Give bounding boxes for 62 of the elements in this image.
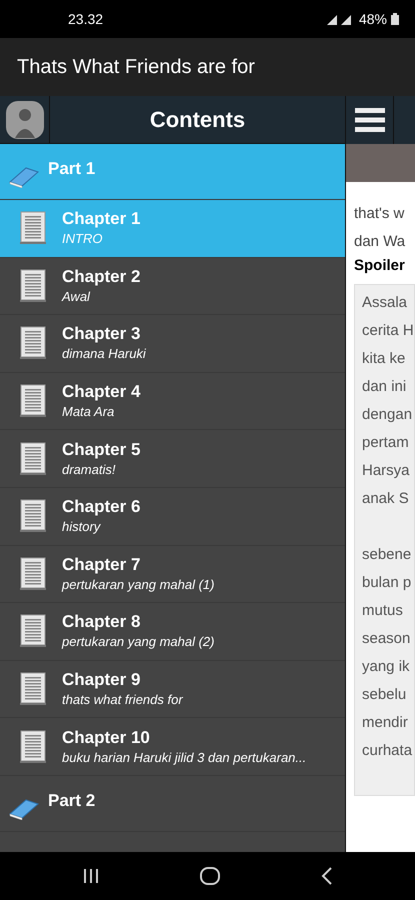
spoiler-text: curhata <box>362 741 414 761</box>
page-icon <box>20 268 46 303</box>
chapter-subtitle: pertukaran yang mahal (2) <box>62 633 214 652</box>
chapter-subtitle: INTRO <box>62 230 104 248</box>
drawer-title: Contents <box>148 106 246 134</box>
spoiler-text: yang ik <box>362 657 411 677</box>
spoiler-text: dan ini <box>362 377 408 397</box>
page-icon <box>20 614 46 648</box>
chapter-title: Chapter 8 <box>62 611 142 634</box>
chapter-subtitle: pertukaran yang mahal (1) <box>62 576 214 594</box>
page-icon <box>20 730 46 764</box>
chapter-item[interactable]: Chapter 2 Awal <box>0 258 345 316</box>
spoiler-text: anak S <box>362 489 410 509</box>
page-icon <box>20 672 46 706</box>
chapter-subtitle: history <box>62 518 102 536</box>
chapter-title: Chapter 3 <box>62 323 142 346</box>
spoiler-text: Harsya <box>362 461 411 481</box>
spoiler-text: Assala <box>362 293 408 313</box>
spoiler-text: sebelu <box>362 685 408 705</box>
chapter-title: Chapter 2 <box>62 266 140 288</box>
spoiler-text: dengan <box>362 405 414 425</box>
page-icon <box>20 442 46 476</box>
spoiler-text: bulan p <box>362 573 412 593</box>
avatar <box>4 100 44 140</box>
content-heading: Spoiler <box>354 256 406 276</box>
status-time: 23.32 <box>68 10 104 28</box>
spoiler-text: cerita H <box>362 321 414 341</box>
spoiler-text: mutus <box>362 601 404 621</box>
chapter-title: Chapter 1 <box>62 208 140 230</box>
chapter-subtitle: Awal <box>62 288 92 306</box>
page-icon <box>20 499 46 534</box>
page-icon <box>20 556 46 591</box>
chapter-title: Chapter 6 <box>62 496 140 518</box>
chapter-title: Chapter 10 <box>62 726 151 749</box>
content-text: that's w <box>354 204 406 224</box>
menu-icon <box>354 107 384 133</box>
chapter-subtitle: Mata Ara <box>62 403 116 422</box>
battery-level: 48% <box>358 10 387 28</box>
content-banner <box>346 144 415 182</box>
chapter-item[interactable]: Chapter 7 pertukaran yang mahal (1) <box>0 546 345 604</box>
spoiler-text: pertam <box>362 433 410 453</box>
chapter-title: Chapter 4 <box>62 381 140 404</box>
chapter-title: Chapter 5 <box>62 438 140 461</box>
back-icon[interactable] <box>320 867 332 885</box>
page-icon <box>20 326 46 360</box>
chapter-title: Chapter 9 <box>62 669 142 692</box>
app-title: Thats What Friends are for <box>17 55 255 80</box>
chapter-subtitle: dimana Haruki <box>62 345 146 364</box>
spoiler-text: sebene <box>362 545 412 565</box>
chapter-subtitle: buku harian Haruki jilid 3 dan pertukaran... <box>62 748 306 767</box>
page-icon <box>20 384 46 418</box>
content-text: dan Wa <box>354 232 406 252</box>
spoiler-text: mendir <box>362 713 409 733</box>
home-icon[interactable] <box>200 867 220 885</box>
chapter-subtitle: thats what friends for <box>62 691 183 710</box>
spoiler-text: season <box>362 629 412 649</box>
page-icon <box>20 211 46 246</box>
chapter-subtitle: dramatis! <box>62 460 116 479</box>
recents-icon[interactable] <box>82 868 98 884</box>
chapter-title: Chapter 7 <box>62 554 142 576</box>
spoiler-text: kita ke <box>362 349 406 369</box>
battery-icon <box>391 13 399 25</box>
